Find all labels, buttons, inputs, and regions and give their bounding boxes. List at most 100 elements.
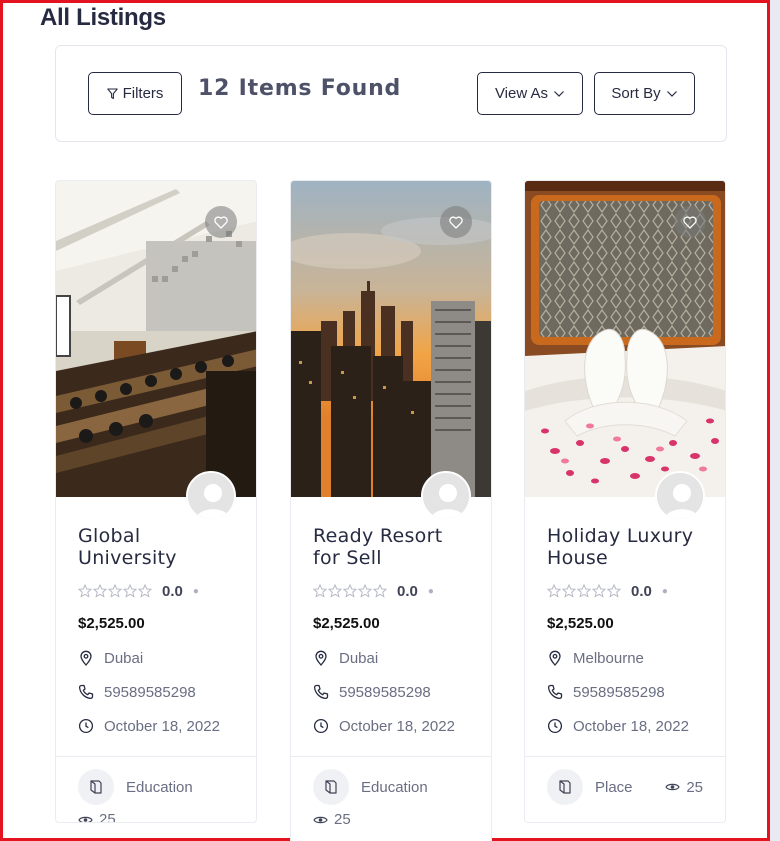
listing-category[interactable]: Education <box>78 769 234 805</box>
sort-by-button[interactable]: Sort By <box>594 72 695 115</box>
listing-rating: 0.0 ● <box>547 582 703 600</box>
clock-icon <box>313 718 329 734</box>
listing-title[interactable]: Holiday Luxury House <box>547 525 703 569</box>
map-pin-icon <box>80 650 92 666</box>
location-text: Dubai <box>104 649 144 667</box>
listing-card[interactable]: Global University 0.0 ● $2,525.00 Dubai … <box>55 180 257 823</box>
listing-views: 25 <box>665 779 703 796</box>
eye-icon <box>665 783 681 791</box>
map-pin-icon <box>549 650 561 666</box>
listing-phone[interactable]: 59589585298 <box>78 683 234 701</box>
view-as-label: View As <box>494 85 549 102</box>
listing-price: $2,525.00 <box>78 615 145 632</box>
listing-image[interactable] <box>56 181 256 497</box>
user-avatar-icon <box>188 473 234 519</box>
phone-text: 59589585298 <box>104 683 196 701</box>
category-label: Education <box>361 778 428 796</box>
heart-icon <box>214 215 228 229</box>
sort-by-label: Sort By <box>611 85 661 102</box>
scroll-edge <box>770 0 780 841</box>
listing-body: Global University 0.0 ● $2,525.00 Dubai … <box>56 525 256 735</box>
listing-footer: Place 25 <box>525 756 725 817</box>
heart-icon <box>683 215 697 229</box>
views-count: 25 <box>99 811 116 823</box>
listing-category[interactable]: Education <box>313 769 469 805</box>
star-rating-icon <box>547 584 623 598</box>
listing-date: October 18, 2022 <box>547 717 703 735</box>
user-avatar-icon <box>423 473 469 519</box>
star-rating-icon <box>78 584 154 598</box>
filters-label: Filters <box>122 85 164 102</box>
favorite-button[interactable] <box>674 206 706 238</box>
location-text: Melbourne <box>573 649 644 667</box>
listing-toolbar: Filters 12 Items Found View As Sort By <box>55 45 727 142</box>
clock-icon <box>78 718 94 734</box>
listing-location[interactable]: Dubai <box>78 649 234 667</box>
listing-footer: Education 25 <box>291 756 491 828</box>
views-count: 25 <box>334 811 351 828</box>
listing-location[interactable]: Dubai <box>313 649 469 667</box>
listing-title[interactable]: Ready Resort for Sell <box>313 525 469 569</box>
separator-dot: ● <box>661 585 668 597</box>
page-title: All Listings <box>40 4 166 31</box>
rating-value: 0.0 <box>631 582 652 600</box>
category-icon <box>78 769 114 805</box>
listing-rating: 0.0 ● <box>313 582 469 600</box>
filter-icon <box>106 87 118 99</box>
views-count: 25 <box>686 778 703 796</box>
phone-text: 59589585298 <box>573 683 665 701</box>
eye-icon <box>78 816 93 822</box>
location-text: Dubai <box>339 649 379 667</box>
listing-title[interactable]: Global University <box>78 525 234 569</box>
star-rating-icon <box>313 584 389 598</box>
listing-rating: 0.0 ● <box>78 582 234 600</box>
rating-value: 0.0 <box>397 582 418 600</box>
rating-value: 0.0 <box>162 582 183 600</box>
items-found-count: 12 Items Found <box>198 76 402 101</box>
listing-body: Ready Resort for Sell 0.0 ● $2,525.00 Du… <box>291 525 491 735</box>
listing-price: $2,525.00 <box>313 615 380 632</box>
date-text: October 18, 2022 <box>104 717 220 735</box>
map-pin-icon <box>315 650 327 666</box>
category-icon <box>313 769 349 805</box>
listing-location[interactable]: Melbourne <box>547 649 703 667</box>
favorite-button[interactable] <box>205 206 237 238</box>
listing-phone[interactable]: 59589585298 <box>313 683 469 701</box>
listing-phone[interactable]: 59589585298 <box>547 683 703 701</box>
author-avatar[interactable] <box>421 471 471 521</box>
listing-views: 25 <box>78 811 234 823</box>
chevron-down-icon <box>666 90 677 97</box>
listing-body: Holiday Luxury House 0.0 ● $2,525.00 Mel… <box>525 525 725 735</box>
phone-icon <box>313 684 329 700</box>
listing-card[interactable]: Holiday Luxury House 0.0 ● $2,525.00 Mel… <box>524 180 726 823</box>
favorite-button[interactable] <box>440 206 472 238</box>
author-avatar[interactable] <box>186 471 236 521</box>
listing-price: $2,525.00 <box>547 615 614 632</box>
eye-icon <box>313 816 328 823</box>
listing-image[interactable] <box>291 181 491 497</box>
listing-category[interactable]: Place <box>547 769 633 805</box>
phone-icon <box>78 684 94 700</box>
category-icon <box>547 769 583 805</box>
separator-dot: ● <box>427 585 434 597</box>
date-text: October 18, 2022 <box>339 717 455 735</box>
clock-icon <box>547 718 563 734</box>
category-label: Place <box>595 778 633 796</box>
filters-button[interactable]: Filters <box>88 72 182 115</box>
listing-date: October 18, 2022 <box>78 717 234 735</box>
view-as-button[interactable]: View As <box>477 72 583 115</box>
listing-card[interactable]: Ready Resort for Sell 0.0 ● $2,525.00 Du… <box>290 180 492 841</box>
user-avatar-icon <box>657 473 703 519</box>
separator-dot: ● <box>192 585 199 597</box>
listing-image[interactable] <box>525 181 725 497</box>
category-label: Education <box>126 778 193 796</box>
phone-icon <box>547 684 563 700</box>
heart-icon <box>449 215 463 229</box>
author-avatar[interactable] <box>655 471 705 521</box>
chevron-down-icon <box>554 90 564 97</box>
listing-views: 25 <box>313 811 469 828</box>
phone-text: 59589585298 <box>339 683 431 701</box>
listing-date: October 18, 2022 <box>313 717 469 735</box>
listing-footer: Education 25 <box>56 756 256 823</box>
date-text: October 18, 2022 <box>573 717 689 735</box>
